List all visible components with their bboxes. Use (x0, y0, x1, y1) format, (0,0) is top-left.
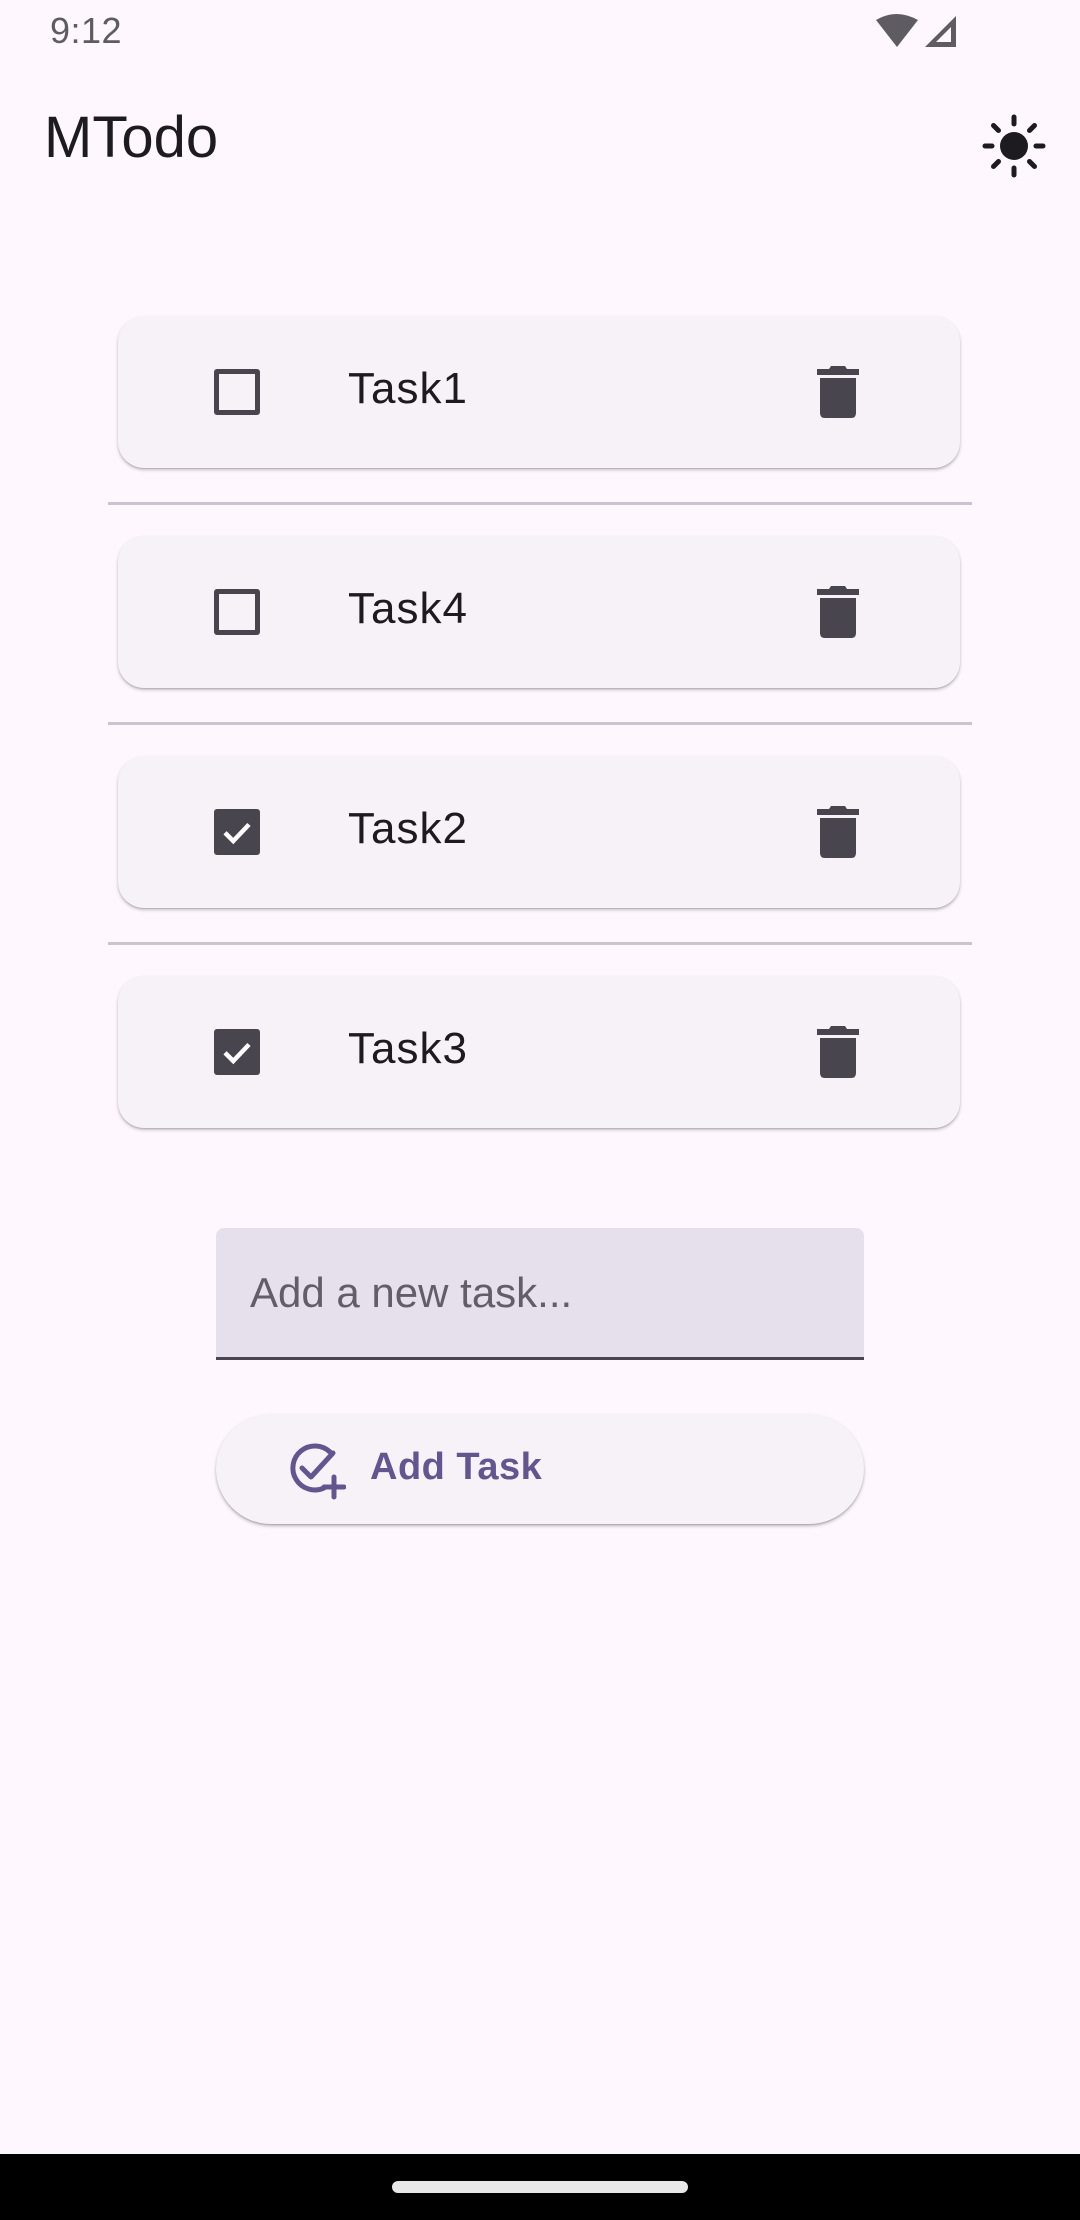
wifi-icon (876, 14, 918, 47)
trash-icon (817, 806, 859, 858)
delete-task-button[interactable] (808, 582, 868, 642)
navigation-bar (0, 2154, 1080, 2220)
task-checkbox[interactable] (214, 589, 260, 635)
task-checkbox[interactable] (214, 809, 260, 855)
status-icons-svg (876, 14, 956, 47)
task-divider (108, 722, 972, 725)
task-divider (108, 942, 972, 945)
trash-icon (817, 586, 859, 638)
sun-icon (982, 114, 1046, 178)
add-task-button-label: Add Task (370, 1446, 543, 1488)
task-card[interactable]: Task1 (118, 316, 960, 468)
status-time: 9:12 (50, 10, 123, 51)
new-task-field (216, 1228, 864, 1360)
app-screen: 9:12 MTodo Task1 Task4 Task2 Task3 Add a… (0, 0, 1080, 2220)
app-title: MTodo (44, 105, 219, 170)
task-label: Task1 (348, 364, 468, 413)
task-list: Task1 Task4 Task2 Task3 (108, 316, 972, 1196)
home-gesture-handle[interactable] (392, 2181, 688, 2193)
task-item: Task4 (108, 536, 972, 756)
add-task-button[interactable]: Add Task (216, 1414, 864, 1524)
trash-icon (817, 366, 859, 418)
task-card[interactable]: Task3 (118, 976, 960, 1128)
task-divider (108, 502, 972, 505)
cellular-signal-icon (925, 16, 956, 47)
new-task-input[interactable] (250, 1228, 830, 1357)
status-bar: 9:12 (0, 0, 1080, 66)
task-item: Task2 (108, 756, 972, 976)
checkmark-icon (223, 822, 251, 845)
task-label: Task4 (348, 584, 468, 633)
delete-task-button[interactable] (808, 1022, 868, 1082)
delete-task-button[interactable] (808, 362, 868, 422)
task-checkbox[interactable] (214, 1029, 260, 1075)
task-item: Task1 (108, 316, 972, 536)
task-checkbox[interactable] (214, 369, 260, 415)
checkmark-icon (223, 1042, 251, 1065)
add-task-icon (290, 1443, 346, 1500)
theme-toggle-button[interactable] (980, 112, 1048, 180)
task-label: Task2 (348, 804, 468, 853)
trash-icon (817, 1026, 859, 1078)
task-item: Task3 (108, 976, 972, 1196)
status-icons (876, 14, 962, 52)
task-card[interactable]: Task2 (118, 756, 960, 908)
task-card[interactable]: Task4 (118, 536, 960, 688)
delete-task-button[interactable] (808, 802, 868, 862)
task-label: Task3 (348, 1024, 468, 1073)
